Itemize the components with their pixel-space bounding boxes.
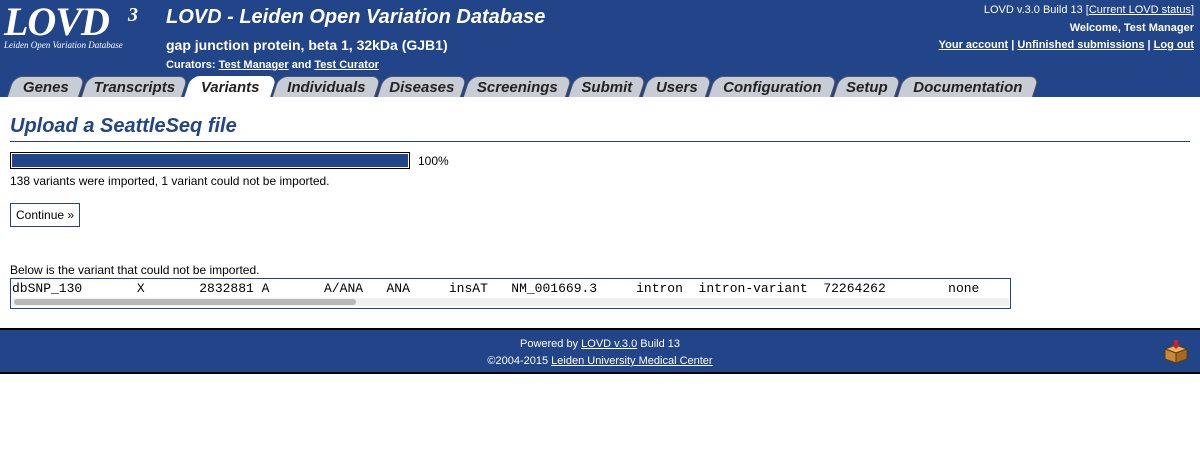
site-title: LOVD - Leiden Open Variation Database (166, 6, 546, 28)
tab-label: Submit (581, 79, 633, 96)
tab-genes[interactable]: Genes (6, 76, 86, 99)
page-title: Upload a SeattleSeq file (10, 115, 237, 137)
tab-screenings[interactable]: Screenings (462, 76, 573, 99)
logo-subtitle: Leiden Open Variation Database (4, 40, 123, 50)
horizontal-scrollbar[interactable] (12, 298, 1009, 306)
logo-text: LOVD (4, 0, 110, 44)
unfinished-submissions-link[interactable]: Unfinished submissions (1017, 39, 1144, 51)
failed-variant-box: dbSNP_130 X 2832881 A A/ANA ANA insAT NM… (10, 278, 1011, 309)
tab-label: Variants (200, 79, 260, 96)
lumc-link[interactable]: Leiden University Medical Center (551, 355, 712, 367)
tab-documentation[interactable]: Documentation (896, 76, 1040, 99)
tab-label: Screenings (476, 79, 558, 96)
curator-link-curator[interactable]: Test Curator (314, 59, 379, 71)
curators-line: Curators: Test Manager and Test Curator (166, 59, 379, 71)
version-info: LOVD v.3.0 Build 13 [Current LOVD status… (984, 4, 1194, 16)
copyright-line: ©2004-2015 Leiden University Medical Cen… (0, 355, 1200, 367)
welcome-message: Welcome, Test Manager (1069, 22, 1194, 34)
tab-label: Transcripts (93, 79, 176, 96)
progress-bar (10, 152, 410, 169)
tab-label: Users (655, 79, 698, 96)
tab-submit[interactable]: Submit (567, 76, 647, 99)
header: LOVD 3 Leiden Open Variation Database LO… (0, 0, 1200, 74)
scrollbar-thumb[interactable] (14, 299, 356, 305)
progress-percent-label: 100% (418, 154, 449, 168)
package-box-icon[interactable] (1162, 340, 1190, 364)
continue-button[interactable]: Continue » (10, 203, 81, 227)
tab-bar: Genes Transcripts Variants Individuals D… (0, 74, 1200, 101)
powered-by-line: Powered by LOVD v.3.0 Build 13 (0, 338, 1200, 350)
tab-configuration[interactable]: Configuration (707, 76, 838, 99)
copyright-prefix: ©2004-2015 (487, 355, 549, 367)
tab-setup[interactable]: Setup (832, 76, 902, 99)
tab-diseases[interactable]: Diseases (376, 76, 468, 99)
tab-users[interactable]: Users (641, 76, 713, 99)
progress-bar-fill (12, 154, 408, 167)
curators-label: Curators: (166, 59, 216, 71)
tab-label: Individuals (287, 79, 366, 96)
tab-label: Diseases (389, 79, 455, 96)
logout-link[interactable]: Log out (1154, 39, 1194, 51)
heading-divider (10, 141, 1190, 142)
curator-link-manager[interactable]: Test Manager (219, 59, 289, 71)
failed-variant-line: dbSNP_130 X 2832881 A A/ANA ANA insAT NM… (12, 281, 980, 296)
curators-and: and (291, 59, 312, 71)
user-links: Your account | Unfinished submissions | … (939, 39, 1194, 51)
footer: Powered by LOVD v.3.0 Build 13 ©2004-201… (0, 328, 1200, 374)
lovd-version-link[interactable]: LOVD v.3.0 (581, 338, 637, 350)
gene-title: gap junction protein, beta 1, 32kDa (GJB… (166, 37, 448, 53)
tab-label: Documentation (913, 79, 1023, 96)
lovd-logo[interactable]: LOVD 3 Leiden Open Variation Database (4, 0, 144, 51)
tab-transcripts[interactable]: Transcripts (80, 76, 189, 99)
tab-label: Setup (845, 79, 888, 96)
import-status-message: 138 variants were imported, 1 variant co… (10, 174, 330, 188)
version-close: ] (1190, 4, 1194, 16)
your-account-link[interactable]: Your account (939, 39, 1008, 51)
link-separator: | (1011, 39, 1015, 51)
tab-individuals[interactable]: Individuals (271, 76, 382, 99)
powered-prefix: Powered by (519, 338, 579, 350)
failed-variant-caption: Below is the variant that could not be i… (10, 263, 260, 277)
version-text: LOVD v.3.0 Build 13 [ (983, 4, 1089, 16)
logo-version: 3 (128, 4, 138, 26)
current-status-link[interactable]: Current LOVD status (1089, 4, 1191, 16)
tab-label: Configuration (723, 79, 822, 96)
link-separator: | (1147, 39, 1151, 51)
powered-suffix: Build 13 (640, 338, 681, 350)
tab-label: Genes (22, 79, 69, 96)
tab-baseline (0, 97, 1200, 99)
